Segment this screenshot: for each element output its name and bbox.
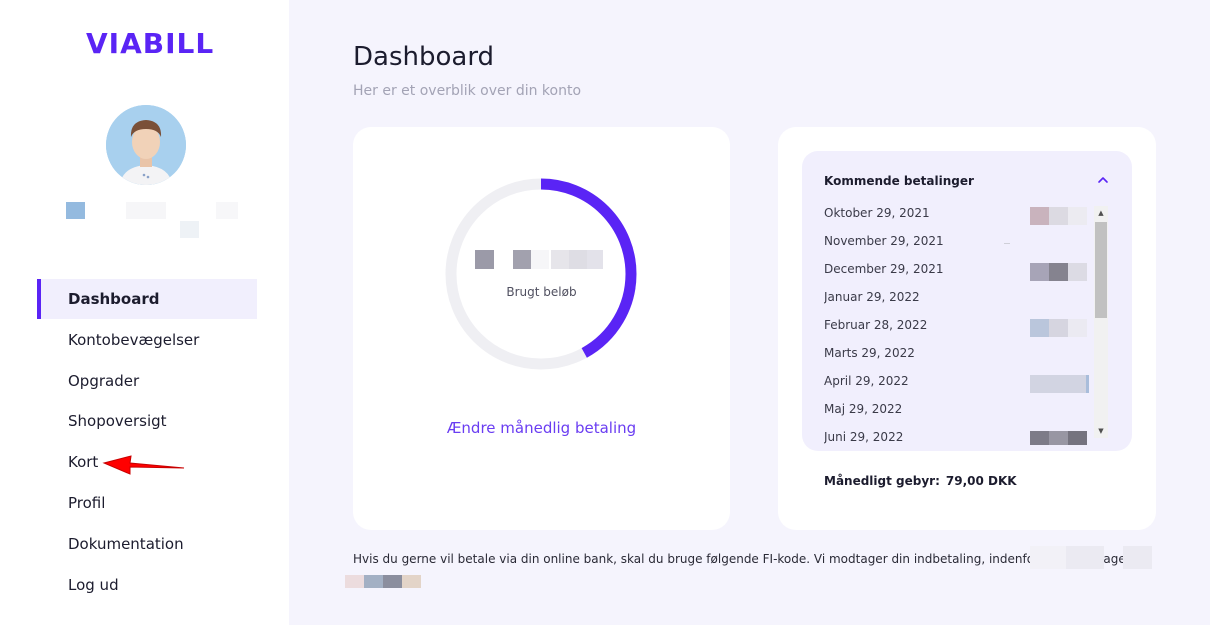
sidebar-item-profil[interactable]: Profil xyxy=(37,483,257,523)
page-title: Dashboard xyxy=(353,42,495,72)
payment-date: Maj 29, 2022 xyxy=(824,402,903,416)
payment-row: Februar 28, 2022 xyxy=(824,311,1094,339)
payment-list[interactable]: Oktober 29, 2021 November 29, 2021 Decem… xyxy=(824,199,1094,445)
sidebar-item-log-ud[interactable]: Log ud xyxy=(37,565,257,605)
payment-date: Februar 28, 2022 xyxy=(824,318,928,332)
redacted-payment-amount xyxy=(1030,375,1089,393)
chevron-up-icon[interactable] xyxy=(1094,171,1112,189)
redacted-payment-amount xyxy=(1030,207,1088,225)
monthly-fee: Månedligt gebyr: 79,00 DKK xyxy=(824,474,1017,488)
upcoming-payments-title: Kommende betalinger xyxy=(824,174,974,188)
payment-date: December 29, 2021 xyxy=(824,262,944,276)
redacted-payment-amount xyxy=(1030,263,1088,281)
usage-ring xyxy=(445,178,637,370)
payment-date: Marts 29, 2022 xyxy=(824,346,915,360)
scrollbar-thumb[interactable] xyxy=(1095,222,1107,318)
scroll-down-arrow-icon[interactable]: ▼ xyxy=(1094,424,1108,438)
sidebar-item-kontobevaegelser[interactable]: Kontobevægelser xyxy=(37,320,257,360)
used-amount-label: Brugt beløb xyxy=(506,285,577,299)
monthly-fee-label: Månedligt gebyr: xyxy=(824,474,940,488)
payment-row: November 29, 2021 xyxy=(824,227,1094,255)
payment-row: Marts 29, 2022 xyxy=(824,339,1094,367)
sidebar-item-dokumentation[interactable]: Dokumentation xyxy=(37,524,257,564)
page-subtitle: Her er et overblik over din konto xyxy=(353,83,582,99)
payment-row: December 29, 2021 xyxy=(824,255,1094,283)
redacted-payment-amount xyxy=(1030,431,1088,445)
redacted-payment-amount xyxy=(1004,235,1088,253)
payment-date: Juni 29, 2022 xyxy=(824,430,904,444)
payment-row: Januar 29, 2022 xyxy=(824,283,1094,311)
payment-row: Maj 29, 2022 xyxy=(824,395,1094,423)
user-avatar[interactable] xyxy=(106,105,186,185)
change-monthly-payment-link[interactable]: Ændre månedlig betaling xyxy=(353,419,730,437)
red-arrow-icon xyxy=(100,446,190,486)
sidebar-item-dashboard[interactable]: Dashboard xyxy=(37,279,257,319)
scroll-up-arrow-icon[interactable]: ▲ xyxy=(1094,206,1108,220)
sidebar-item-opgrader[interactable]: Opgrader xyxy=(37,361,257,401)
redacted-payment-amount xyxy=(1030,319,1088,337)
payment-row: April 29, 2022 xyxy=(824,367,1094,395)
avatar-illustration xyxy=(106,105,186,185)
payment-row: Juni 29, 2022 xyxy=(824,423,1094,445)
usage-card: Brugt beløb Ændre månedlig betaling xyxy=(353,127,730,530)
payment-date: April 29, 2022 xyxy=(824,374,909,388)
viabill-logo[interactable]: VIABILL xyxy=(86,27,214,60)
upcoming-payments-panel: Kommende betalinger Oktober 29, 2021 Nov… xyxy=(802,151,1132,451)
sidebar: VIABILL Dashboard Kontobevægelser Opgrad… xyxy=(0,0,289,625)
fi-code-note: Hvis du gerne vil betale via din online … xyxy=(353,552,1144,566)
payment-row: Oktober 29, 2021 xyxy=(824,199,1094,227)
payment-list-scrollbar[interactable]: ▲ ▼ xyxy=(1094,206,1108,438)
payment-date: Oktober 29, 2021 xyxy=(824,206,930,220)
payment-date: Januar 29, 2022 xyxy=(824,290,920,304)
payment-date: November 29, 2021 xyxy=(824,234,944,248)
monthly-fee-value: 79,00 DKK xyxy=(945,474,1017,488)
sidebar-item-shopoversigt[interactable]: Shopoversigt xyxy=(37,401,257,441)
